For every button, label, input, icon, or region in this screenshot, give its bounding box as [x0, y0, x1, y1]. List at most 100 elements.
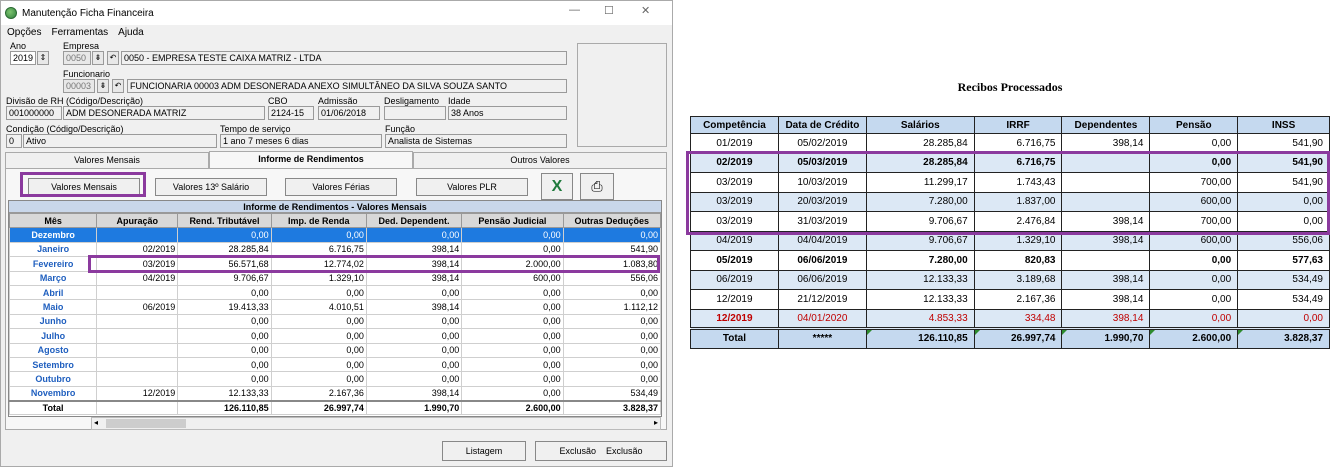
maximize-button[interactable]: ☐: [604, 4, 614, 17]
grid-cell: 0,00: [177, 328, 272, 344]
empresa-code-field[interactable]: 0050: [63, 51, 91, 65]
close-button[interactable]: ✕: [641, 4, 650, 17]
scroll-thumb[interactable]: [106, 419, 186, 428]
divisao-desc-field: ADM DESONERADA MATRIZ: [63, 106, 265, 120]
grid-cell: 398,14: [365, 299, 463, 315]
grid-cell: 0,00: [461, 313, 564, 330]
rcol-irrf: IRRF: [973, 116, 1063, 134]
col-rend-tributavel[interactable]: Rend. Tributável: [177, 212, 272, 229]
minimize-button[interactable]: —: [569, 4, 580, 16]
grid-cell: 0,00: [562, 284, 661, 301]
grid-cell: Março: [9, 270, 98, 286]
grid-cell: 4.010,51: [270, 299, 367, 315]
recibo-total-cell: 1.990,70: [1061, 327, 1151, 349]
funcionario-lookup-icon[interactable]: ⇟: [97, 79, 109, 93]
col-apuracao[interactable]: Apuração: [96, 212, 179, 229]
recibo-cell: 05/2019: [690, 250, 779, 271]
table-row[interactable]: Outubro 0,00 0,00 0,00 0,00 0,00: [9, 371, 661, 387]
tab-valores-mensais[interactable]: Valores Mensais: [5, 152, 209, 169]
empresa-lookup-icon[interactable]: ⇟: [92, 51, 104, 65]
grid-cell: 06/2019: [96, 299, 179, 315]
grid-cell: 0,00: [461, 227, 564, 243]
grid-cell: [96, 227, 179, 243]
grid-cell: 04/2019: [96, 270, 179, 286]
valores-plr-button[interactable]: Valores PLR: [416, 178, 528, 196]
grid-cell: 0,00: [365, 356, 463, 373]
desligamento-label: Desligamento: [384, 96, 440, 106]
funcionario-name-field: FUNCIONARIA 00003 ADM DESONERADA ANEXO S…: [127, 79, 567, 93]
horizontal-scrollbar[interactable]: ◂ ▸: [91, 417, 661, 430]
grid-cell: 0,00: [461, 328, 564, 344]
recibos-total-row: Total ***** 126.110,85 26.997,74 1.990,70 2.6…: [690, 327, 1330, 349]
grid-cell: Junho: [9, 313, 98, 330]
col-pensao-judicial[interactable]: Pensão Judicial: [461, 212, 564, 229]
recibo-cell: 06/06/2019: [777, 269, 867, 290]
excel-export-icon[interactable]: X: [541, 173, 573, 200]
grid-cell: 0,00: [461, 342, 564, 358]
grid-cell: 0,00: [365, 227, 463, 243]
tab-outros-valores[interactable]: Outros Valores: [413, 152, 667, 169]
grid-cell: 0,00: [562, 371, 661, 387]
table-row[interactable]: Junho 0,00 0,00 0,00 0,00 0,00: [9, 313, 661, 330]
grid-cell: 0,00: [461, 356, 564, 373]
grid-cell: 0,00: [270, 342, 367, 358]
grid-cell: Dezembro: [9, 227, 98, 243]
recibo-row: 06/2019 06/06/2019 12.133,33 3.189,68 398,14…: [690, 269, 1330, 290]
listagem-button[interactable]: Listagem: [442, 441, 526, 461]
tab-informe-rendimentos[interactable]: Informe de Rendimentos: [209, 151, 413, 169]
rcol-data-credito: Data de Crédito: [777, 116, 867, 134]
recibo-cell: 820,83: [973, 250, 1063, 271]
grid-cell: 0,00: [461, 385, 564, 402]
exclusao-button[interactable]: Exclusão Exclusão: [535, 441, 667, 461]
recibo-total-cell: 126.110,85: [865, 327, 975, 349]
table-row[interactable]: Novembro 12/2019 12.133,33 2.167,36 398,14 0,…: [9, 385, 661, 402]
table-row[interactable]: Maio 06/2019 19.413,33 4.010,51 398,14 0,00 1.…: [9, 299, 661, 315]
ano-field[interactable]: 2019: [10, 51, 36, 65]
menu-opcoes[interactable]: Opções: [7, 27, 41, 38]
scroll-right-icon[interactable]: ▸: [654, 418, 658, 427]
grid-cell: 0,00: [365, 313, 463, 330]
col-imp-renda[interactable]: Imp. de Renda: [270, 212, 367, 229]
grid-cell: 0,00: [270, 328, 367, 344]
table-row[interactable]: Setembro 0,00 0,00 0,00 0,00 0,00: [9, 356, 661, 373]
recibo-cell: 06/2019: [690, 269, 779, 290]
table-row[interactable]: Abril 0,00 0,00 0,00 0,00 0,00: [9, 284, 661, 301]
menu-ajuda[interactable]: Ajuda: [118, 27, 144, 38]
recibo-cell: 7.280,00: [865, 250, 975, 271]
recibo-row: 12/2019 21/12/2019 12.133,33 2.167,36 398,14…: [690, 289, 1330, 310]
window-title: Manutenção Ficha Financeira: [22, 7, 154, 19]
grid-cell: 0,00: [270, 284, 367, 301]
table-row[interactable]: Dezembro 0,00 0,00 0,00 0,00 0,00: [9, 227, 661, 243]
recibo-cell: 12/2019: [690, 289, 779, 310]
scroll-left-icon[interactable]: ◂: [94, 418, 98, 427]
tempo-label: Tempo de serviço: [220, 124, 291, 134]
table-row[interactable]: Julho 0,00 0,00 0,00 0,00 0,00: [9, 328, 661, 344]
empresa-undo-icon[interactable]: ↶: [107, 51, 119, 65]
valores-ferias-button[interactable]: Valores Férias: [285, 178, 397, 196]
col-mes[interactable]: Mês: [9, 212, 98, 229]
funcionario-code-field[interactable]: 00003: [63, 79, 95, 93]
col-outras-deducoes[interactable]: Outras Deduções: [562, 212, 661, 229]
table-row[interactable]: Março 04/2019 9.706,67 1.329,10 398,14 600,00…: [9, 270, 661, 286]
funcionario-undo-icon[interactable]: ↶: [112, 79, 124, 93]
empresa-label: Empresa: [63, 41, 100, 51]
desligamento-field: [384, 106, 446, 120]
highlight-valores-mensais: [20, 172, 146, 197]
col-ded-dependent[interactable]: Ded. Dependent.: [365, 212, 463, 229]
table-row[interactable]: Agosto 0,00 0,00 0,00 0,00 0,00: [9, 342, 661, 358]
grid-cell: Janeiro: [9, 241, 98, 258]
recibo-cell: [1061, 250, 1151, 271]
printer-icon[interactable]: ⎙: [580, 173, 614, 200]
grid-cell: [96, 284, 179, 301]
tempo-field: 1 ano 7 meses 6 dias: [220, 134, 382, 148]
menu-ferramentas[interactable]: Ferramentas: [51, 27, 108, 38]
recibo-cell: 04/01/2020: [777, 308, 867, 329]
total-row[interactable]: Total 126.110,85 26.997,74 1.990,70 2.600,00…: [9, 399, 661, 416]
grid-cell: 9.706,67: [177, 270, 272, 286]
grid-cell: Total: [9, 399, 98, 416]
grid-cell: Novembro: [9, 385, 98, 402]
ano-spinner[interactable]: ⇕: [37, 51, 49, 65]
recibo-cell: 334,48: [973, 308, 1063, 329]
grid-cell: 0,00: [177, 313, 272, 330]
valores-13-salario-button[interactable]: Valores 13º Salário: [155, 178, 267, 196]
